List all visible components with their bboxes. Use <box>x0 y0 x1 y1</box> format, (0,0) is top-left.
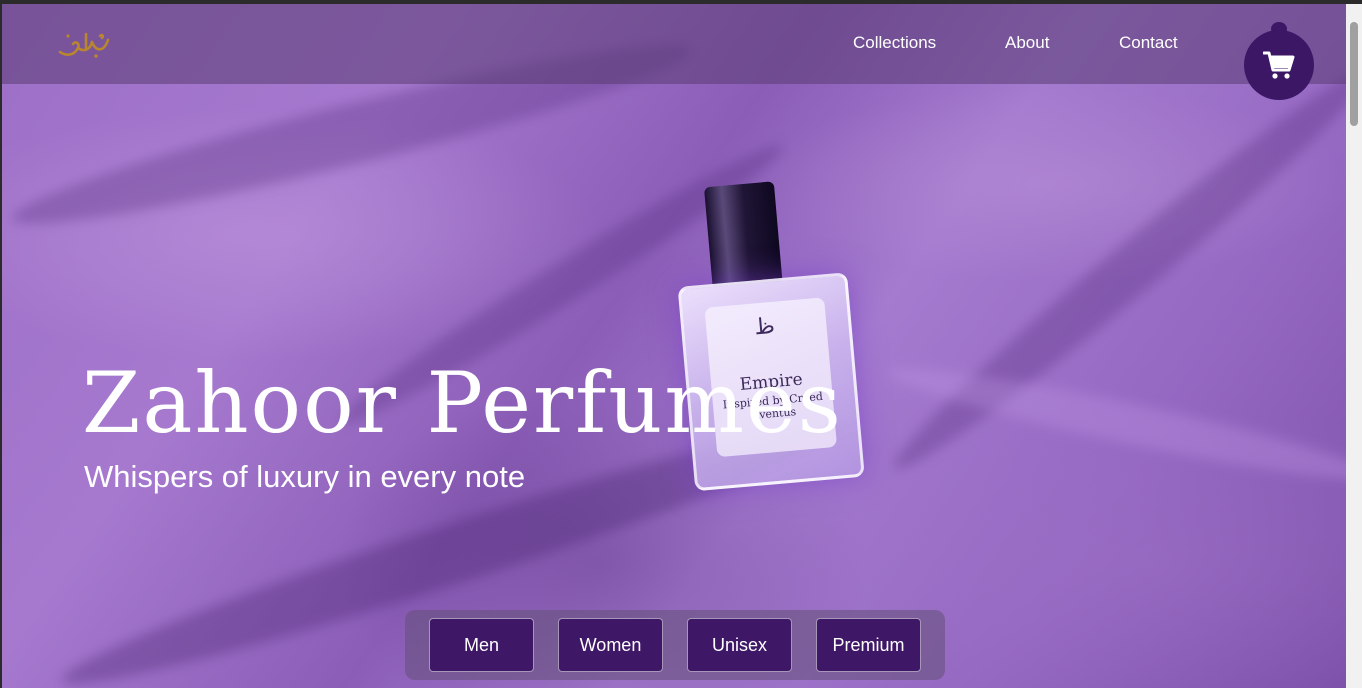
page-scrollbar[interactable] <box>1346 4 1362 688</box>
category-filter-bar: Men Women Unisex Premium <box>405 610 945 680</box>
scrollbar-thumb[interactable] <box>1350 22 1358 126</box>
bottle-logo-icon: ظ <box>753 313 776 341</box>
hero-title: Zahoor Perfumes <box>82 354 843 452</box>
filter-men-button[interactable]: Men <box>429 618 534 672</box>
nav-contact-link[interactable]: Contact <box>1119 33 1178 53</box>
bottle-cap <box>703 181 783 287</box>
hero-background <box>2 4 1346 688</box>
filter-premium-button[interactable]: Premium <box>816 618 921 672</box>
arabic-calligraphy-logo-icon[interactable] <box>56 26 112 62</box>
cart-button[interactable] <box>1244 30 1314 100</box>
hero-subtitle: Whispers of luxury in every note <box>84 459 526 494</box>
shopping-cart-icon <box>1263 51 1295 79</box>
nav-about-link[interactable]: About <box>1005 33 1049 53</box>
nav-collections-link[interactable]: Collections <box>853 33 936 53</box>
filter-unisex-button[interactable]: Unisex <box>687 618 792 672</box>
page-viewport: ظ Empire Inspired by Creed Aventus Colle… <box>2 4 1346 688</box>
filter-women-button[interactable]: Women <box>558 618 663 672</box>
site-header: Collections About Contact <box>2 4 1346 84</box>
